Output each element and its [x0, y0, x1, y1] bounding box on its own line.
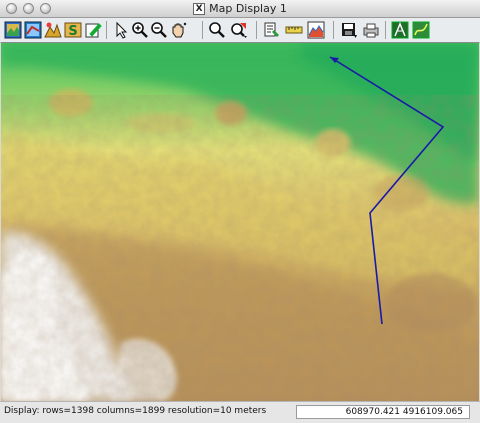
pan-icon[interactable]	[169, 21, 187, 39]
save-icon[interactable]	[340, 21, 358, 39]
window-title: Map Display 1	[209, 2, 287, 15]
display-raster-icon[interactable]	[4, 21, 22, 39]
elevation-map	[1, 43, 479, 401]
status-bar: Display: rows=1398 columns=1899 resoluti…	[0, 401, 480, 423]
status-text: Display: rows=1398 columns=1899 resoluti…	[4, 406, 267, 416]
print-icon[interactable]	[362, 21, 380, 39]
map-canvas[interactable]	[1, 42, 479, 401]
overlay-icon[interactable]: S	[64, 21, 82, 39]
x11-icon: X	[193, 2, 206, 15]
profile-icon[interactable]	[307, 21, 325, 39]
pointer-icon[interactable]	[112, 21, 130, 39]
decorations-icon[interactable]	[391, 21, 409, 39]
toolbar: S	[0, 18, 480, 43]
analysis-icon[interactable]	[412, 21, 430, 39]
display-vector-icon[interactable]	[24, 21, 42, 39]
edit-icon[interactable]	[84, 21, 102, 39]
svg-text:S: S	[68, 24, 77, 39]
zoom-out-icon[interactable]	[150, 21, 168, 39]
display-3d-icon[interactable]	[44, 21, 62, 39]
title-bar: X Map Display 1	[0, 0, 480, 18]
query-icon[interactable]	[263, 21, 281, 39]
zoom-options-icon[interactable]	[230, 21, 248, 39]
measure-icon[interactable]	[285, 21, 303, 39]
coordinate-readout: 608970.421 4916109.065	[296, 405, 470, 419]
zoom-in-icon[interactable]	[131, 21, 149, 39]
zoom-extent-icon[interactable]	[208, 21, 226, 39]
